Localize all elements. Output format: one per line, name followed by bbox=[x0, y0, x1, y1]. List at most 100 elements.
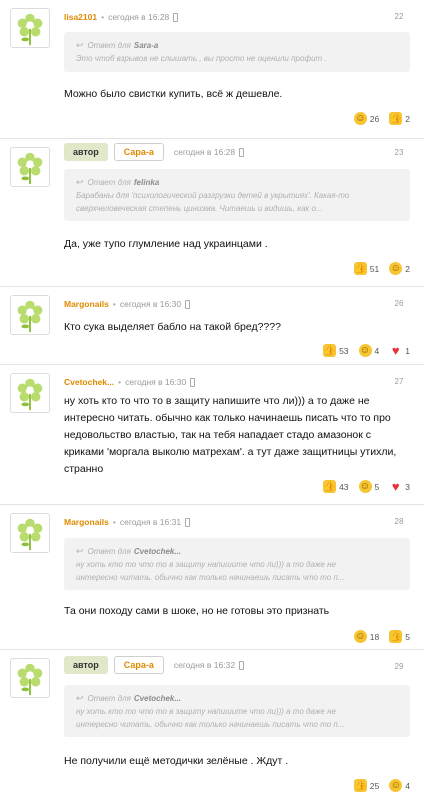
comment-text: Не получили ещё методички зелёные . Ждут… bbox=[64, 755, 289, 767]
comment-time: сегодня в 16:30 bbox=[125, 377, 187, 387]
avatar[interactable] bbox=[10, 373, 50, 413]
thumbs-up-icon: 👍 bbox=[389, 630, 403, 643]
heart-icon: ♥ bbox=[391, 479, 400, 494]
author-name[interactable]: Margonails bbox=[64, 299, 109, 309]
heart-reaction[interactable]: ♥ 3 bbox=[389, 480, 410, 493]
comment-23: автор Сара-а сегодня в 16:28 23 ↩ Ответ д… bbox=[0, 139, 424, 287]
thumbs-up-icon: 👍 bbox=[353, 779, 367, 792]
comment-time: сегодня в 16:30 bbox=[119, 299, 182, 309]
laughing-face-icon: ☺ bbox=[353, 112, 367, 125]
like-reaction[interactable]: 👍 5 bbox=[389, 630, 410, 643]
laugh-reaction[interactable]: ☺ 26 bbox=[353, 112, 379, 125]
like-reaction[interactable]: 👍 25 bbox=[353, 779, 379, 792]
comment-meta: Margonails • сегодня в 16:30 bbox=[64, 299, 191, 309]
flower-avatar-icon bbox=[17, 152, 43, 185]
author-badge: автор bbox=[64, 143, 108, 161]
thumbs-up-icon: 👍 bbox=[323, 480, 337, 493]
reply-arrow-icon: ↩ bbox=[76, 177, 84, 187]
quote-text: Барабаны для 'психологической разгрузки … bbox=[76, 191, 350, 213]
thumbs-up-icon: 👍 bbox=[323, 344, 337, 357]
phone-icon bbox=[185, 299, 191, 309]
thumbs-up-icon: 👍 bbox=[389, 112, 403, 125]
reactions: ☺ 26 👍 2 bbox=[353, 112, 410, 125]
like-reaction[interactable]: 👍 51 bbox=[353, 262, 379, 275]
comment-number[interactable]: 22 bbox=[392, 12, 406, 21]
laughing-face-icon: ☺ bbox=[353, 630, 367, 643]
comment-number[interactable]: 28 bbox=[392, 517, 406, 526]
quote-text-line-2: интересно читать. обычно как только начи… bbox=[76, 573, 345, 582]
like-reaction[interactable]: 👍 53 bbox=[323, 344, 349, 357]
avatar[interactable] bbox=[10, 513, 50, 553]
reactions: 👍 51 ☺ 2 bbox=[353, 262, 410, 275]
reply-arrow-icon: ↩ bbox=[76, 40, 84, 50]
laugh-reaction[interactable]: ☺ 4 bbox=[389, 779, 410, 792]
comment-text: Кто сука выделяет бабло на такой бред???… bbox=[64, 321, 281, 333]
comment-number[interactable]: 26 bbox=[392, 299, 406, 308]
quote-text: Это чтоб взрывов не слышать , вы просто … bbox=[76, 54, 327, 63]
laughing-face-icon: ☺ bbox=[358, 480, 372, 493]
laugh-reaction[interactable]: ☺ 18 bbox=[353, 630, 379, 643]
flower-avatar-icon bbox=[17, 300, 43, 333]
flower-avatar-icon bbox=[17, 378, 43, 411]
reply-arrow-icon: ↩ bbox=[76, 693, 84, 703]
author-name[interactable]: Сара-а bbox=[113, 656, 164, 674]
author-name[interactable]: Margonails bbox=[64, 517, 109, 527]
comment-number[interactable]: 23 bbox=[392, 148, 406, 157]
comment-number[interactable]: 29 bbox=[392, 662, 406, 671]
comment-meta: Margonails • сегодня в 16:31 bbox=[64, 517, 191, 527]
quote-block[interactable]: ↩ Ответ для Cvetochek... ну хоть кто то чт… bbox=[64, 685, 410, 737]
phone-icon bbox=[190, 377, 196, 387]
laugh-reaction[interactable]: ☺ 5 bbox=[358, 480, 379, 493]
phone-icon bbox=[185, 517, 191, 527]
author-name[interactable]: lisa2101 bbox=[64, 12, 97, 22]
flower-avatar-icon bbox=[17, 13, 43, 46]
laugh-reaction[interactable]: ☺ 4 bbox=[358, 344, 379, 357]
quote-text-line-1: ну хоть кто то что то в защиту напишите … bbox=[76, 707, 336, 716]
reply-arrow-icon: ↩ bbox=[76, 546, 84, 556]
comment-time: сегодня в 16:32 bbox=[173, 660, 236, 670]
heart-icon: ♥ bbox=[391, 343, 400, 358]
comment-time: сегодня в 16:31 bbox=[119, 517, 182, 527]
comment-29: автор Сара-а сегодня в 16:32 29 ↩ Ответ д… bbox=[0, 650, 424, 800]
laugh-reaction[interactable]: ☺ 2 bbox=[389, 262, 410, 275]
comment-28: Margonails • сегодня в 16:31 28 ↩ Ответ д… bbox=[0, 505, 424, 650]
phone-icon bbox=[239, 660, 245, 670]
avatar[interactable] bbox=[10, 147, 50, 187]
reactions: 👍 53 ☺ 4 ♥ 1 bbox=[323, 344, 410, 357]
avatar[interactable] bbox=[10, 295, 50, 335]
author-name[interactable]: Сара-а bbox=[113, 143, 164, 161]
quote-block[interactable]: ↩ Ответ для Sara-a Это чтоб взрывов не слы… bbox=[64, 32, 410, 72]
avatar[interactable] bbox=[10, 8, 50, 48]
comment-text: ну хоть кто то что то в защиту напишите … bbox=[64, 395, 397, 475]
quote-block[interactable]: ↩ Ответ для felinka Барабаны для 'психолог… bbox=[64, 169, 410, 221]
thumbs-up-icon: 👍 bbox=[353, 262, 367, 275]
like-reaction[interactable]: 👍 2 bbox=[389, 112, 410, 125]
comment-27: Cvetochek... • сегодня в 16:30 27 ну хот… bbox=[0, 365, 424, 505]
heart-reaction[interactable]: ♥ 1 bbox=[389, 344, 410, 357]
laughing-face-icon: ☺ bbox=[358, 344, 372, 357]
comment-22: lisa2101 • сегодня в 16:28 22 ↩ Ответ для… bbox=[0, 0, 424, 139]
comment-text: Да, уже тупо глумление над украинцами . bbox=[64, 238, 268, 250]
flower-avatar-icon bbox=[17, 663, 43, 696]
quote-block[interactable]: ↩ Ответ для Cvetochek... ну хоть кто то чт… bbox=[64, 538, 410, 590]
comment-text: Та они походу сами в шоке, но не готовы … bbox=[64, 605, 330, 617]
avatar[interactable] bbox=[10, 658, 50, 698]
phone-icon bbox=[173, 12, 179, 22]
reactions: 👍 25 ☺ 4 bbox=[353, 779, 410, 792]
reactions: ☺ 18 👍 5 bbox=[353, 630, 410, 643]
comment-26: Margonails • сегодня в 16:30 26 Кто сука… bbox=[0, 287, 424, 365]
flower-avatar-icon bbox=[17, 518, 43, 551]
laughing-face-icon: ☺ bbox=[389, 779, 403, 792]
comment-time: сегодня в 16:28 bbox=[173, 147, 236, 157]
comment-meta: автор Сара-а сегодня в 16:32 bbox=[64, 656, 245, 674]
quote-text-line-1: ну хоть кто то что то в защиту напишите … bbox=[76, 560, 336, 569]
laughing-face-icon: ☺ bbox=[389, 262, 403, 275]
quote-text-line-2: интересно читать. обычно как только начи… bbox=[76, 720, 345, 729]
phone-icon bbox=[239, 147, 245, 157]
comment-meta: lisa2101 • сегодня в 16:28 bbox=[64, 12, 179, 22]
comment-number[interactable]: 27 bbox=[392, 377, 406, 386]
reactions: 👍 43 ☺ 5 ♥ 3 bbox=[323, 480, 410, 493]
comment-meta: Cvetochek... • сегодня в 16:30 bbox=[64, 377, 196, 387]
author-name[interactable]: Cvetochek... bbox=[64, 377, 114, 387]
like-reaction[interactable]: 👍 43 bbox=[323, 480, 349, 493]
